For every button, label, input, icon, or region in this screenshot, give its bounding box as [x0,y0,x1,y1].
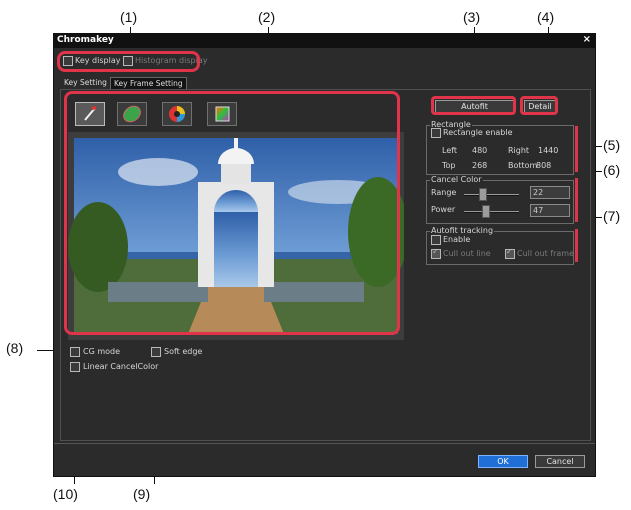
left-value: 480 [472,146,488,155]
right-label: Right [508,146,530,155]
footer-divider [54,443,595,444]
ok-button[interactable]: OK [478,455,528,468]
callout-7: (7) [603,208,621,224]
bottom-label: Bottom [508,161,538,170]
top-value: 268 [472,161,488,170]
callout-8: (8) [6,340,24,356]
highlight-autofit-tracking-group [575,229,578,262]
cull-out-line-label: Cull out line [443,249,491,258]
left-label: Left [442,146,458,155]
rectangle-enable-label: Rectangle enable [443,128,513,137]
power-slider-track[interactable] [464,211,519,213]
cull-out-frame-label: Cull out frame [517,249,575,258]
callout-5: (5) [603,137,621,153]
callout-6: (6) [603,162,621,178]
highlight-autofit-button [431,96,516,115]
autofit-enable-checkbox[interactable] [431,235,441,245]
range-label: Range [431,188,457,197]
tab-key-setting[interactable]: Key Setting [61,77,110,88]
range-slider-thumb[interactable] [479,188,487,201]
title-bar: Chromakey × [54,34,595,48]
cull-out-line-checkbox[interactable] [431,247,441,259]
bottom-value: 808 [536,161,552,170]
close-icon[interactable]: × [583,34,591,45]
linear-cancel-color-checkbox[interactable] [70,362,80,372]
power-slider-thumb[interactable] [482,205,490,218]
soft-edge-label: Soft edge [164,347,203,356]
rectangle-enable-checkbox[interactable] [431,128,441,138]
tab-key-frame-setting[interactable]: Key Frame Setting [110,77,187,89]
callout-9: (9) [133,486,151,502]
callout-3: (3) [463,9,481,25]
callout-2: (2) [258,9,276,25]
highlight-cancel-color-group [575,178,578,222]
cg-mode-checkbox[interactable] [70,347,80,357]
soft-edge-checkbox[interactable] [151,347,161,357]
linear-cancel-color-label: Linear CancelColor [83,362,159,371]
autofit-enable-label: Enable [443,235,471,244]
range-field[interactable]: 22 [530,186,570,199]
highlight-rectangle-group [575,126,578,172]
callout-4: (4) [537,9,555,25]
highlight-detail-button [520,96,558,115]
cancel-button[interactable]: Cancel [535,455,585,468]
callout-10: (10) [53,486,78,502]
range-slider-track[interactable] [464,194,519,196]
cull-out-frame-checkbox[interactable] [505,247,515,259]
cancel-color-group-title: Cancel Color [430,175,483,184]
power-field[interactable]: 47 [530,204,570,217]
callout-1: (1) [120,9,138,25]
highlight-preview-area [64,91,400,335]
cg-mode-label: CG mode [83,347,121,356]
autofit-tracking-group-title: Autofit tracking [430,226,495,235]
top-label: Top [442,161,456,170]
power-label: Power [431,205,456,214]
highlight-top-options [57,51,200,72]
right-value: 1440 [538,146,559,155]
window-title: Chromakey [57,35,114,45]
